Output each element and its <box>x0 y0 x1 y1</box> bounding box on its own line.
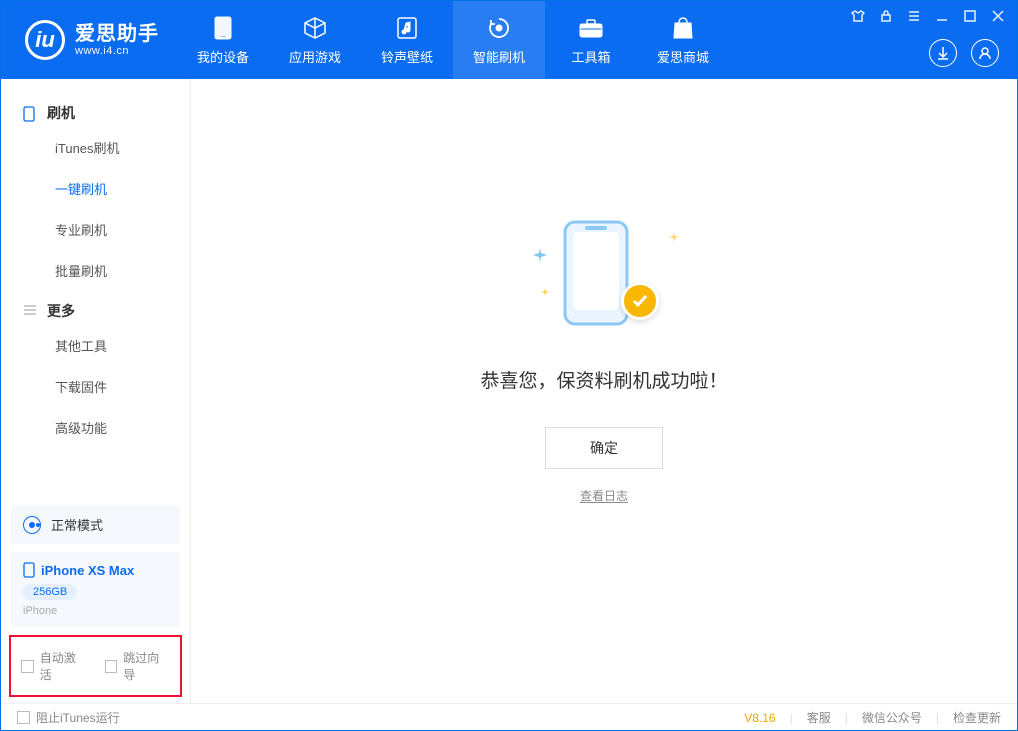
close-icon[interactable] <box>991 9 1005 23</box>
mode-label: 正常模式 <box>51 515 103 534</box>
sidebar-section-more: 更多 <box>1 291 190 325</box>
block-itunes-checkbox[interactable]: 阻止iTunes运行 <box>17 709 120 726</box>
nav-ringtone-wallpaper[interactable]: 铃声壁纸 <box>361 1 453 79</box>
music-file-icon <box>393 15 421 41</box>
phone-outline-icon <box>23 106 37 120</box>
success-illustration <box>529 218 679 338</box>
sparkle-icon <box>533 248 547 262</box>
maximize-icon[interactable] <box>963 9 977 23</box>
minimize-icon[interactable] <box>935 9 949 23</box>
status-bar: 阻止iTunes运行 V8.16 | 客服 | 微信公众号 | 检查更新 <box>1 703 1017 731</box>
sidebar-section-flash: 刷机 <box>1 93 190 127</box>
nav-toolbox[interactable]: 工具箱 <box>545 1 637 79</box>
app-title: 爱思助手 <box>75 23 159 45</box>
user-button[interactable] <box>971 39 999 67</box>
nav-store[interactable]: 爱思商城 <box>637 1 729 79</box>
nav-label: 工具箱 <box>571 47 610 66</box>
device-mode[interactable]: 正常模式 <box>11 505 180 544</box>
sidebar-item-download-firmware[interactable]: 下载固件 <box>1 366 190 407</box>
checkbox-label: 阻止iTunes运行 <box>36 709 120 726</box>
download-button[interactable] <box>929 39 957 67</box>
device-type: iPhone <box>23 605 168 617</box>
auto-activate-checkbox[interactable]: 自动激活 <box>21 649 87 683</box>
mode-icon <box>23 516 41 534</box>
shopping-bag-icon <box>669 15 697 41</box>
app-header: iu 爱思助手 www.i4.cn 我的设备 应用游戏 铃声壁纸 智能刷机 工具… <box>1 1 1017 79</box>
support-link[interactable]: 客服 <box>807 709 831 726</box>
device-card[interactable]: iPhone XS Max 256GB iPhone <box>11 552 180 627</box>
phone-icon <box>209 15 237 41</box>
nav-apps-games[interactable]: 应用游戏 <box>269 1 361 79</box>
view-log-link[interactable]: 查看日志 <box>580 487 628 504</box>
device-icon <box>23 562 35 578</box>
checkbox-label: 跳过向导 <box>123 649 170 683</box>
window-controls <box>851 9 1005 23</box>
sidebar: 刷机 iTunes刷机 一键刷机 专业刷机 批量刷机 更多 其他工具 下载固件 … <box>1 79 191 703</box>
toolbox-icon <box>577 15 605 41</box>
sparkle-icon <box>669 232 679 242</box>
nav-label: 我的设备 <box>197 47 249 66</box>
app-url: www.i4.cn <box>75 45 159 57</box>
nav-label: 应用游戏 <box>289 47 341 66</box>
flash-options-box: 自动激活 跳过向导 <box>9 635 182 697</box>
logo: iu 爱思助手 www.i4.cn <box>1 20 177 60</box>
ok-button[interactable]: 确定 <box>545 427 663 469</box>
sidebar-item-oneclick-flash[interactable]: 一键刷机 <box>1 168 190 209</box>
menu-icon[interactable] <box>907 9 921 23</box>
checkbox-icon <box>17 711 30 724</box>
shirt-icon[interactable] <box>851 9 865 23</box>
logo-icon: iu <box>25 20 65 60</box>
device-name: iPhone XS Max <box>41 563 134 578</box>
sidebar-item-pro-flash[interactable]: 专业刷机 <box>1 209 190 250</box>
success-message: 恭喜您，保资料刷机成功啦！ <box>480 366 727 393</box>
check-badge-icon <box>621 282 659 320</box>
nav-label: 铃声壁纸 <box>381 47 433 66</box>
skip-guide-checkbox[interactable]: 跳过向导 <box>105 649 171 683</box>
phone-illustration-icon <box>561 218 631 328</box>
checkbox-icon <box>21 660 34 673</box>
refresh-shield-icon <box>485 15 513 41</box>
top-nav: 我的设备 应用游戏 铃声壁纸 智能刷机 工具箱 爱思商城 <box>177 1 729 79</box>
main-content: 恭喜您，保资料刷机成功啦！ 确定 查看日志 <box>191 79 1017 703</box>
checkbox-label: 自动激活 <box>40 649 87 683</box>
checkbox-icon <box>105 660 118 673</box>
list-icon <box>23 304 37 318</box>
version-label: V8.16 <box>744 711 775 725</box>
sidebar-item-batch-flash[interactable]: 批量刷机 <box>1 250 190 291</box>
nav-my-device[interactable]: 我的设备 <box>177 1 269 79</box>
check-update-link[interactable]: 检查更新 <box>953 709 1001 726</box>
sidebar-item-advanced[interactable]: 高级功能 <box>1 407 190 448</box>
lock-icon[interactable] <box>879 9 893 23</box>
sidebar-item-other-tools[interactable]: 其他工具 <box>1 325 190 366</box>
sparkle-icon <box>541 288 549 296</box>
nav-label: 智能刷机 <box>473 47 525 66</box>
nav-label: 爱思商城 <box>657 47 709 66</box>
wechat-link[interactable]: 微信公众号 <box>862 709 922 726</box>
sidebar-item-itunes-flash[interactable]: iTunes刷机 <box>1 127 190 168</box>
nav-smart-flash[interactable]: 智能刷机 <box>453 1 545 79</box>
device-capacity: 256GB <box>23 584 77 600</box>
cube-icon <box>301 15 329 41</box>
